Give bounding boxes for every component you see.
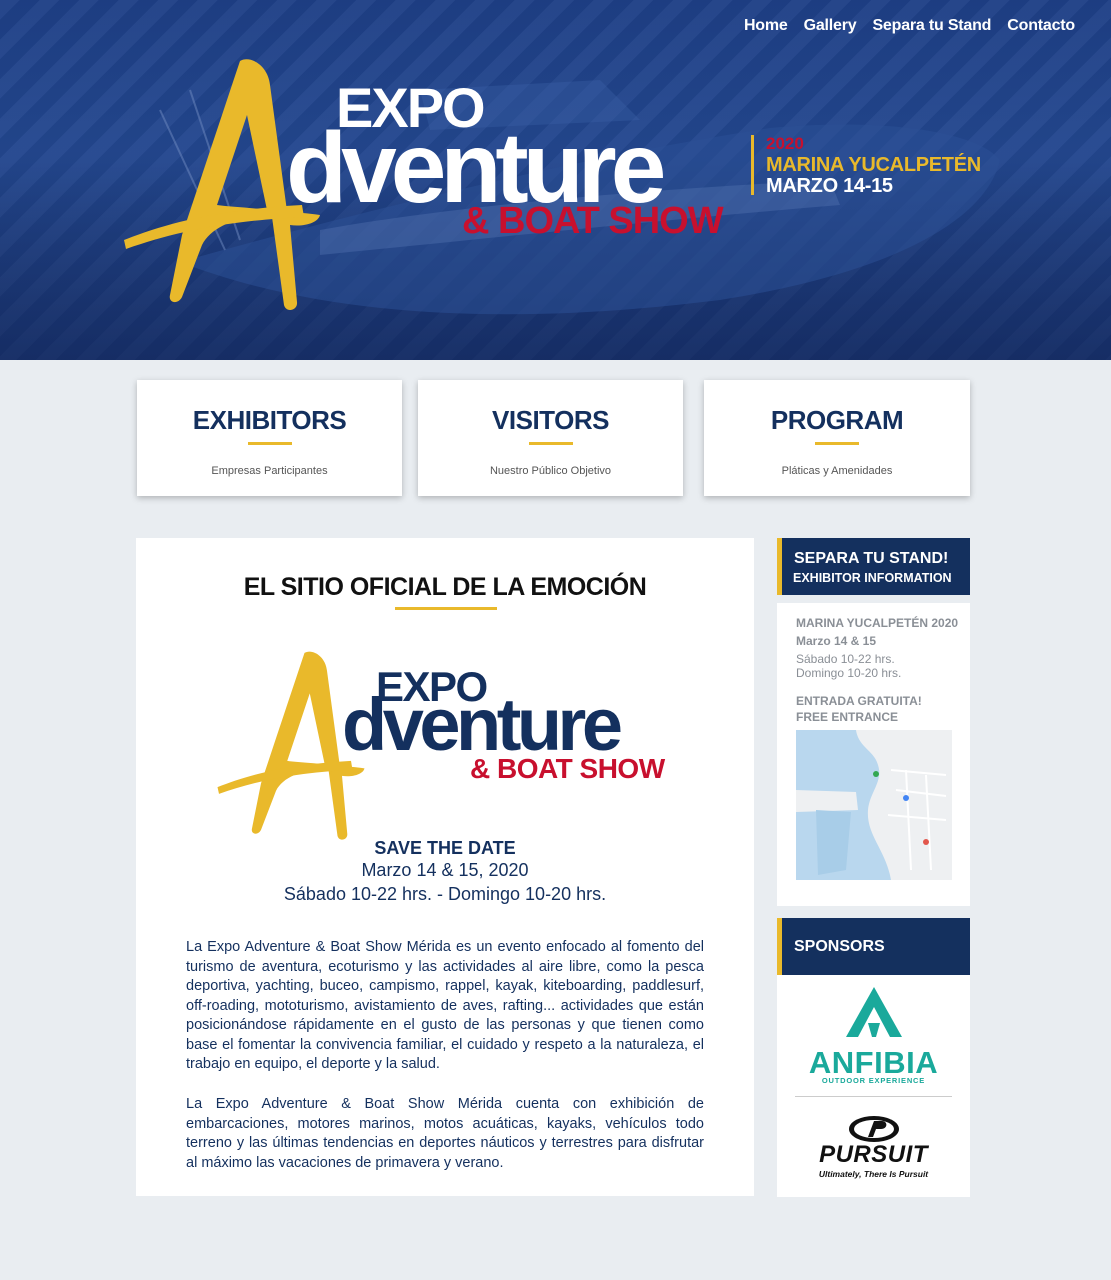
hero-logo-boatshow: & BOAT SHOW [462,200,724,242]
page-title: EL SITIO OFICIAL DE LA EMOCIÓN [243,573,647,601]
nav-gallery[interactable]: Gallery [804,17,857,35]
card-underline [247,442,292,445]
main-content: EL SITIO OFICIAL DE LA EMOCIÓN EXPO dven… [136,538,754,1196]
nav-separa-stand[interactable]: Separa tu Stand [872,17,991,35]
sponsors-box: ANFIBIA OUTDOOR EXPERIENCE PURSUIT Ultim… [777,975,970,1197]
venue-label: MARINA YUCALPETÉN 2020 [796,616,959,630]
location-map[interactable] [796,730,952,880]
nav-home[interactable]: Home [744,17,788,35]
description-paragraph: La Expo Adventure & Boat Show Mérida es … [186,939,704,1072]
nav-contacto[interactable]: Contacto [1007,17,1075,35]
stand-header[interactable]: SEPARA TU STAND! EXHIBITOR INFORMATION [777,538,970,595]
card-visitors[interactable]: VISITORS Nuestro Público Objetivo [418,380,683,496]
pursuit-name: PURSUIT [819,1141,928,1168]
card-exhibitors[interactable]: EXHIBITORS Empresas Participantes [137,380,402,496]
stand-subtitle: EXHIBITOR INFORMATION [793,571,952,585]
card-subtitle: Nuestro Público Objetivo [489,465,612,477]
card-title: VISITORS [492,405,609,435]
title-underline [395,607,497,610]
pursuit-logo-icon[interactable] [848,1115,900,1143]
card-underline [815,442,859,445]
stand-title: SEPARA TU STAND! [794,550,949,567]
event-info-box: MARINA YUCALPETÉN 2020 Marzo 14 & 15 Sáb… [777,603,970,906]
dates-label: Marzo 14 & 15 [796,634,877,648]
hero-year: 2020 [766,134,804,153]
main-nav: Home Gallery Separa tu Stand Contacto [744,17,1075,35]
sponsors-header: SPONSORS [777,918,970,975]
anfibia-tagline: OUTDOOR EXPERIENCE [821,1076,926,1085]
card-underline [528,442,573,445]
entrance-label-en: FREE ENTRANCE [796,710,899,724]
hero-divider [751,135,754,195]
card-title: PROGRAM [770,405,904,435]
sunday-hours: Domingo 10-20 hrs. [796,666,902,680]
sponsors-title: SPONSORS [794,938,885,955]
card-program[interactable]: PROGRAM Pláticas y Amenidades [704,380,970,496]
saturday-hours: Sábado 10-22 hrs. [796,652,895,666]
sponsor-divider [795,1096,952,1097]
hero-dates: MARZO 14-15 [766,175,893,197]
save-the-date: SAVE THE DATE [374,838,516,858]
card-title: EXHIBITORS [192,405,347,435]
event-hours: Sábado 10-22 hrs. - Domingo 10-20 hrs. [283,884,607,904]
card-subtitle: Empresas Participantes [211,465,328,477]
anfibia-logo-icon[interactable] [846,987,902,1037]
logo-boatshow: & BOAT SHOW [470,753,665,784]
entrance-label: ENTRADA GRATUITA! [796,694,922,708]
logo-adventure: dventure [342,683,623,766]
hero-banner: EXPO dventure & BOAT SHOW 2020 MARINA YU… [0,0,1111,360]
hero-venue: MARINA YUCALPETÉN [766,154,981,176]
description-paragraph: La Expo Adventure & Boat Show Mérida cue… [186,1096,704,1171]
event-dates: Marzo 14 & 15, 2020 [361,860,529,880]
pursuit-tagline: Ultimately, There Is Pursuit [818,1169,929,1179]
map-graphic [796,730,952,880]
card-subtitle: Pláticas y Amenidades [781,465,893,477]
